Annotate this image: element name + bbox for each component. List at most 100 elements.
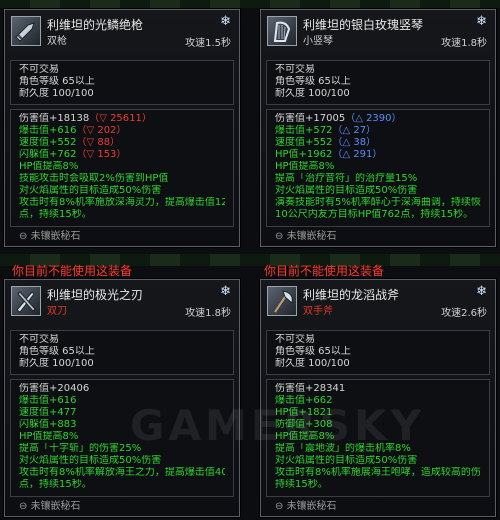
stat-line: 爆击值+616（▽ 202） xyxy=(19,125,225,137)
tooltip-header: 利维坦的龙滔战斧 双手斧 ❄ 攻速2.6秒 xyxy=(267,284,491,326)
tooltip-header: 利维坦的银白玫瑰竖琴 小竖琴 ❄ 攻速1.8秒 xyxy=(267,14,491,56)
item-tooltip-2: 利维坦的银白玫瑰竖琴 小竖琴 ❄ 攻速1.8秒 不可交易 角色等级 65以上 耐… xyxy=(260,9,496,247)
effect-line: 点，持续15秒。 xyxy=(19,479,92,490)
socket-label: 未镶嵌秘石 xyxy=(30,231,81,242)
item-tooltip-4: 利维坦的龙滔战斧 双手斧 ❄ 攻速2.6秒 不可交易 角色等级 65以上 耐久度… xyxy=(260,279,496,517)
effect-line: 攻击时有8%机率施放深海灵力，提高爆击值1251 xyxy=(19,197,225,208)
socket-label: 未镶嵌秘石 xyxy=(286,501,337,512)
stat-compare: （▽ 25611） xyxy=(89,113,152,124)
socket-status: ⊖ 未镶嵌秘石 xyxy=(275,231,337,242)
dual-gun-icon xyxy=(11,16,41,46)
stats-box: 伤害值+17005（△ 2390） 爆击值+572（△ 27） 速度值+552（… xyxy=(266,109,490,227)
item-name: 利维坦的极光之刃 xyxy=(47,288,144,302)
base-line: 耐久度 100/100 xyxy=(275,88,350,99)
base-line: 耐久度 100/100 xyxy=(19,358,94,369)
item-tooltip-1: 利维坦的光鳞绝枪 双枪 ❄ 攻速1.5秒 不可交易 角色等级 65以上 耐久度 … xyxy=(4,9,240,247)
effect-line: 攻击时有8%机率解放海王之力，提高爆击值4066 xyxy=(19,467,225,478)
socket-label: 未镶嵌秘石 xyxy=(286,231,337,242)
socket-status: ⊖ 未镶嵌秘石 xyxy=(19,231,81,242)
base-info: 不可交易 角色等级 65以上 耐久度 100/100 xyxy=(10,60,234,105)
tooltip-header: 利维坦的极光之刃 双刀 ❄ 攻速1.8秒 xyxy=(11,284,235,326)
cannot-use-warning: 你目前不能使用这装备 xyxy=(264,264,385,278)
tooltip-header: 利维坦的光鳞绝枪 双枪 ❄ 攻速1.5秒 xyxy=(11,14,235,56)
base-info: 不可交易 角色等级 65以上 耐久度 100/100 xyxy=(10,330,234,375)
stat-label: 爆击值+616 xyxy=(19,125,77,136)
stat-line: 爆击值+572（△ 27） xyxy=(275,125,481,137)
effect-line: HP值提高8% xyxy=(275,161,335,172)
base-line: 不可交易 xyxy=(19,64,59,75)
item-name: 利维坦的龙滔战斧 xyxy=(303,288,400,302)
item-tooltip-3: 利维坦的极光之刃 双刀 ❄ 攻速1.8秒 不可交易 角色等级 65以上 耐久度 … xyxy=(4,279,240,517)
stat-line: 速度值+552（△ 38） xyxy=(275,137,481,149)
effect-line: 攻击时有8%机率施展海王咆哮，造成较高的伤害 xyxy=(275,467,481,478)
item-type: 双手斧 xyxy=(303,306,333,317)
background-strip xyxy=(0,0,500,8)
snowflake-icon: ❄ xyxy=(220,14,231,29)
stat-line: 伤害值+28341 xyxy=(275,383,346,394)
stat-label: 爆击值+572 xyxy=(275,125,333,136)
stat-label: 伤害值+18138 xyxy=(19,113,90,124)
effect-line: 10公尺内友方目标HP值762点，持续15秒。 xyxy=(275,209,474,220)
socket-label: 未镶嵌秘石 xyxy=(30,501,81,512)
stat-label: 伤害值+17005 xyxy=(275,113,346,124)
socket-status: ⊖ 未镶嵌秘石 xyxy=(19,501,81,512)
stat-compare: （▽ 153） xyxy=(76,149,127,160)
stat-line: 速度值+552（▽ 88） xyxy=(19,137,225,149)
attack-speed: 攻速1.8秒 xyxy=(185,308,231,319)
harp-icon xyxy=(267,16,297,46)
base-line: 角色等级 65以上 xyxy=(19,346,95,357)
base-line: 耐久度 100/100 xyxy=(275,358,350,369)
stat-compare: （△ 38） xyxy=(332,137,377,148)
watermark: GAMERSKY xyxy=(130,401,426,450)
stat-compare: （△ 27） xyxy=(332,125,377,136)
effect-line: 技能攻击时会吸取2%伤害到HP值 xyxy=(19,173,169,184)
stat-compare: （△ 2390） xyxy=(345,113,402,124)
stat-compare: （▽ 88） xyxy=(76,137,121,148)
item-name: 利维坦的光鳞绝枪 xyxy=(47,18,144,32)
attack-speed: 攻速1.8秒 xyxy=(441,38,487,49)
base-line: 角色等级 65以上 xyxy=(19,76,95,87)
attack-speed: 攻速2.6秒 xyxy=(441,308,487,319)
cannot-use-warning: 你目前不能使用这装备 xyxy=(12,264,133,278)
base-info: 不可交易 角色等级 65以上 耐久度 100/100 xyxy=(266,330,490,375)
snowflake-icon: ❄ xyxy=(476,14,487,29)
stat-line: 伤害值+18138（▽ 25611） xyxy=(19,113,225,125)
stat-compare: （▽ 202） xyxy=(76,125,127,136)
stat-label: HP值+1962 xyxy=(275,149,333,160)
stat-compare: （△ 291） xyxy=(332,149,383,160)
battle-axe-icon xyxy=(267,286,297,316)
stat-line: HP值+1962（△ 291） xyxy=(275,149,481,161)
effect-line: 点，持续15秒。 xyxy=(19,209,92,220)
base-info: 不可交易 角色等级 65以上 耐久度 100/100 xyxy=(266,60,490,105)
item-name: 利维坦的银白玫瑰竖琴 xyxy=(303,18,424,32)
stat-line: 伤害值+20406 xyxy=(19,383,90,394)
stat-label: 闪躲值+762 xyxy=(19,149,77,160)
effect-line: 演奏技能时有5%机率醉心于深海曲调，持续恢复 xyxy=(275,197,481,208)
item-type: 双枪 xyxy=(47,36,67,47)
base-line: 角色等级 65以上 xyxy=(275,346,351,357)
base-line: 不可交易 xyxy=(19,334,59,345)
snowflake-icon: ❄ xyxy=(220,284,231,299)
attack-speed: 攻速1.5秒 xyxy=(185,38,231,49)
effect-line: 对火焰属性的目标造成50%伤害 xyxy=(19,455,162,466)
effect-line: HP值提高8% xyxy=(19,161,79,172)
stat-line: 伤害值+17005（△ 2390） xyxy=(275,113,481,125)
effect-line: 对火焰属性的目标造成50%伤害 xyxy=(275,455,418,466)
socket-status: ⊖ 未镶嵌秘石 xyxy=(275,501,337,512)
effect-line: 持续15秒。 xyxy=(275,479,328,490)
base-line: 不可交易 xyxy=(275,334,315,345)
base-line: 不可交易 xyxy=(275,64,315,75)
stat-line: 闪躲值+762（▽ 153） xyxy=(19,149,225,161)
stat-label: 速度值+552 xyxy=(275,137,333,148)
base-line: 耐久度 100/100 xyxy=(19,88,94,99)
dual-blade-icon xyxy=(11,286,41,316)
item-type: 双刀 xyxy=(47,306,67,317)
effect-line: 对火焰属性的目标造成50%伤害 xyxy=(19,185,162,196)
snowflake-icon: ❄ xyxy=(476,284,487,299)
base-line: 角色等级 65以上 xyxy=(275,76,351,87)
stat-label: 速度值+552 xyxy=(19,137,77,148)
stats-box: 伤害值+18138（▽ 25611） 爆击值+616（▽ 202） 速度值+55… xyxy=(10,109,234,227)
item-type: 小竖琴 xyxy=(303,36,333,47)
effect-line: 对火焰属性的目标造成50%伤害 xyxy=(275,185,418,196)
effect-line: 提高「治疗音符」的治疗量15% xyxy=(275,173,418,184)
